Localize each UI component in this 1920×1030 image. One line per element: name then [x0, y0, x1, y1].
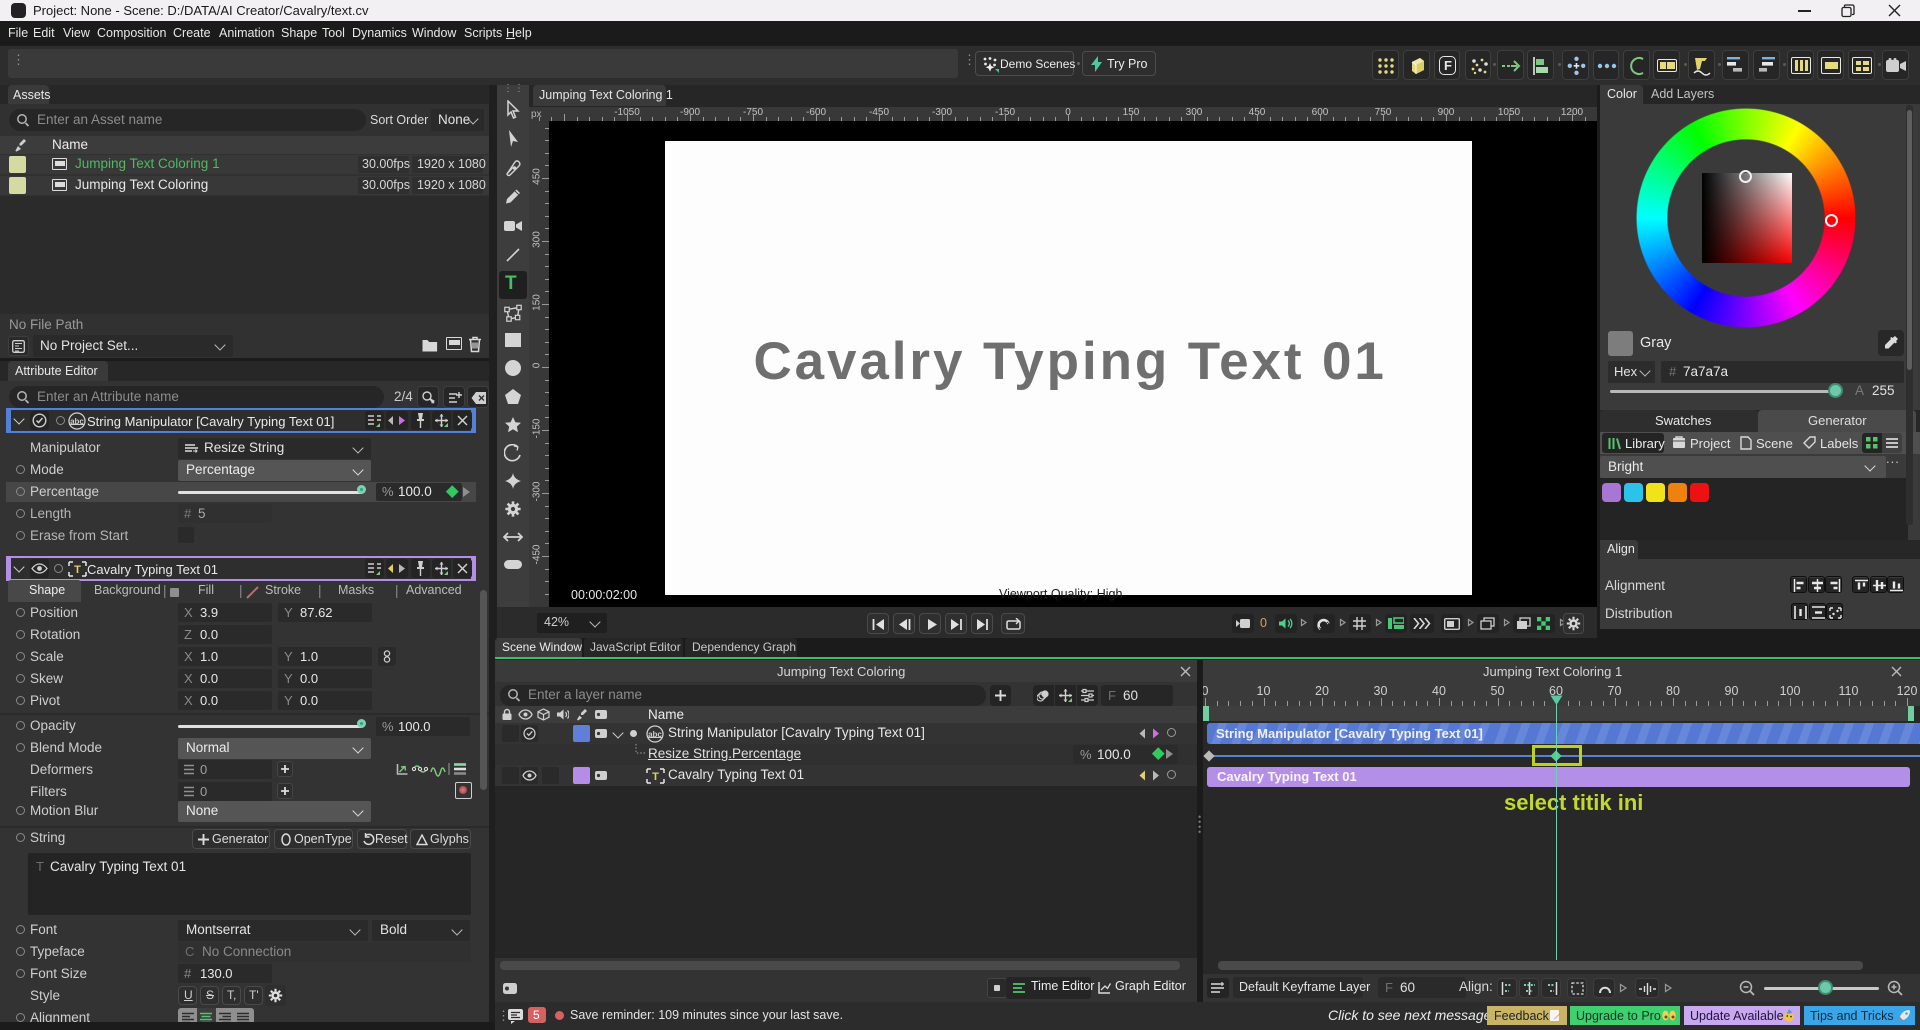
svg-text:T: T	[652, 771, 659, 783]
svg-text:T: T	[74, 564, 81, 576]
